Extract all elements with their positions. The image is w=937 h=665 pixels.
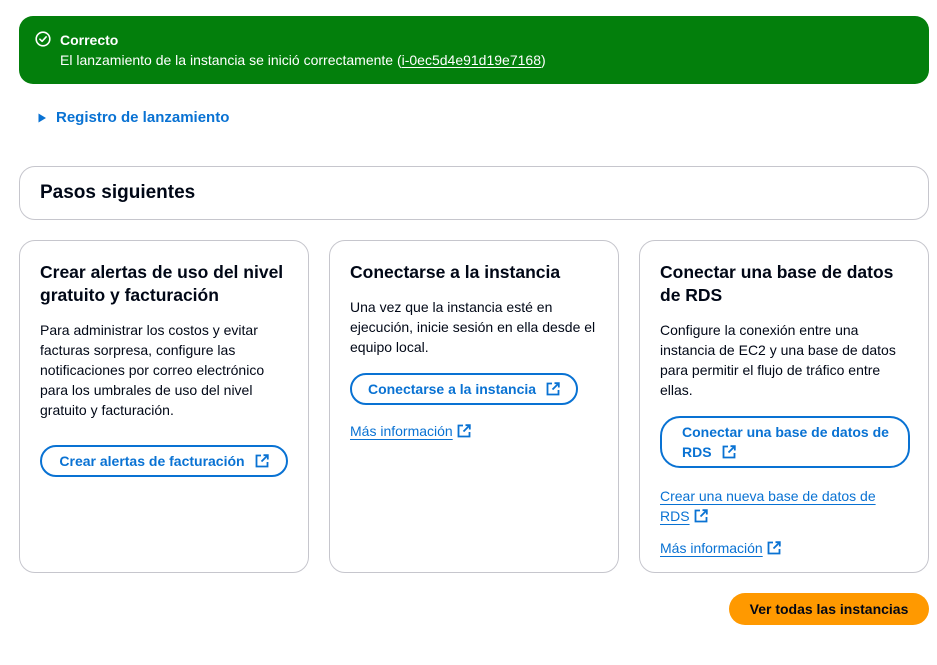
create-rds-row: Crear una nueva base de datos de RDS xyxy=(660,486,909,526)
view-all-instances-button[interactable]: Ver todas las instancias xyxy=(729,593,929,625)
launch-log-label: Registro de lanzamiento xyxy=(56,109,230,126)
create-rds-line2: RDS xyxy=(660,508,690,524)
external-link-icon xyxy=(694,509,708,523)
flash-message-suffix: ) xyxy=(540,52,546,68)
next-steps-header: Pasos siguientes xyxy=(19,166,929,220)
flash-title: Correcto xyxy=(60,32,119,48)
connect-instance-button[interactable]: Conectarse a la instancia xyxy=(350,373,578,405)
card-body: Configure la conexión entre una instanci… xyxy=(660,322,896,398)
connect-rds-label-line2: RDS xyxy=(682,444,712,460)
learn-more-link[interactable]: Más información xyxy=(350,423,471,439)
external-link-icon xyxy=(546,382,560,396)
launch-log-expander[interactable]: Registro de lanzamiento xyxy=(37,109,229,126)
learn-more-label: Más información xyxy=(660,540,763,556)
create-billing-alerts-button[interactable]: Crear alertas de facturación xyxy=(40,445,288,477)
connect-rds-label-line1: Conectar una base de datos de xyxy=(682,424,889,440)
flash-content: Correcto El lanzamiento de la instancia … xyxy=(60,30,546,84)
card-body: Para administrar los costos y evitar fac… xyxy=(40,322,265,418)
learn-more-row: Más información xyxy=(350,421,599,441)
connect-rds-button[interactable]: Conectar una base de datos de RDS xyxy=(660,416,910,468)
create-rds-link[interactable]: Crear una nueva base de datos de RDS xyxy=(660,486,909,526)
card-title: Crear alertas de uso del nivel gratuito … xyxy=(40,262,284,305)
check-circle-icon xyxy=(35,31,51,47)
external-link-icon xyxy=(767,541,781,555)
create-rds-line1: Crear una nueva base de datos de xyxy=(660,488,876,504)
connect-instance-card: Conectarse a la instancia Una vez que la… xyxy=(329,240,619,573)
external-link-icon xyxy=(722,445,736,459)
caret-right-icon xyxy=(38,113,46,122)
flash-message: El lanzamiento de la instancia se inició… xyxy=(60,50,546,70)
connect-rds-card: Conectar una base de datos de RDS Config… xyxy=(639,240,929,573)
learn-more-link[interactable]: Más información xyxy=(660,540,781,556)
learn-more-row: Más información xyxy=(660,538,909,558)
card-title: Conectar una base de datos de RDS xyxy=(660,262,894,305)
external-link-icon xyxy=(457,424,471,438)
view-all-instances-label: Ver todas las instancias xyxy=(749,601,909,617)
success-flashbar: Correcto El lanzamiento de la instancia … xyxy=(19,16,929,84)
next-steps-title: Pasos siguientes xyxy=(40,182,196,203)
external-link-icon xyxy=(255,454,269,468)
billing-alerts-card: Crear alertas de uso del nivel gratuito … xyxy=(19,240,309,573)
card-title: Conectarse a la instancia xyxy=(350,262,561,282)
learn-more-label: Más información xyxy=(350,423,453,439)
create-billing-alerts-label: Crear alertas de facturación xyxy=(59,453,245,469)
connect-rds-label-line2-wrap: RDS xyxy=(682,442,736,462)
card-body: Una vez que la instancia esté en ejecuci… xyxy=(350,299,596,355)
flash-message-prefix: El lanzamiento de la instancia se inició… xyxy=(60,52,402,68)
instance-id-link[interactable]: i-0ec5d4e91d19e7168 xyxy=(402,52,541,68)
connect-instance-label: Conectarse a la instancia xyxy=(367,381,537,397)
